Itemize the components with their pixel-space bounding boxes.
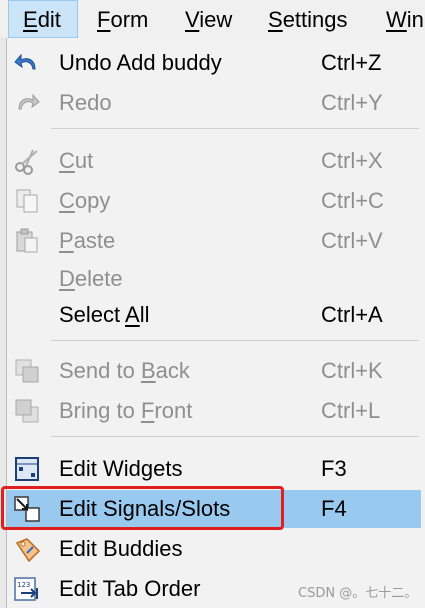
select-all-label: Select All bbox=[59, 296, 150, 334]
bring-to-front-label: Bring to Front bbox=[59, 392, 192, 430]
edit-widgets-icon bbox=[13, 455, 41, 483]
svg-text:123: 123 bbox=[17, 581, 30, 589]
menu-item-select-all[interactable]: Select All Ctrl+A bbox=[7, 296, 421, 334]
undo-shortcut: Ctrl+Z bbox=[321, 50, 382, 75]
undo-label: Undo Add buddy bbox=[59, 50, 222, 75]
bring-to-front-label-rest: ront bbox=[154, 398, 193, 423]
copy-label-rest: opy bbox=[74, 188, 111, 213]
menu-edit-mnemonic: E bbox=[23, 7, 38, 32]
edit-signals-shortcut: F4 bbox=[321, 496, 347, 521]
menu-settings[interactable]: Settings bbox=[268, 0, 348, 38]
menu-item-cut[interactable]: Cut Ctrl+X bbox=[7, 142, 421, 180]
menu-form-mnemonic: F bbox=[97, 7, 111, 32]
redo-icon bbox=[13, 89, 41, 117]
paste-icon bbox=[13, 227, 41, 255]
menu-item-redo[interactable]: Redo Ctrl+Y bbox=[7, 84, 421, 122]
menu-item-edit-buddies[interactable]: Edit Buddies bbox=[7, 530, 421, 568]
edit-buddies-label: Edit Buddies bbox=[59, 536, 183, 561]
edit-buddies-icon bbox=[13, 535, 41, 563]
send-to-back-label-prefix: Send to bbox=[59, 358, 141, 383]
edit-widgets-label: Edit Widgets bbox=[59, 456, 183, 481]
menu-form[interactable]: Form bbox=[97, 0, 148, 38]
cut-label: Cut bbox=[59, 142, 93, 180]
send-to-back-label-rest: ack bbox=[155, 358, 190, 383]
delete-label: Delete bbox=[59, 260, 123, 298]
menu-view-label: iew bbox=[199, 7, 233, 32]
paste-label: Paste bbox=[59, 222, 115, 260]
cut-shortcut: Ctrl+X bbox=[321, 148, 383, 173]
send-to-back-shortcut: Ctrl+K bbox=[321, 358, 383, 383]
select-all-shortcut: Ctrl+A bbox=[321, 302, 383, 327]
menu-window-label: in bbox=[406, 7, 424, 32]
menu-view-mnemonic: V bbox=[185, 7, 200, 32]
menu-separator bbox=[51, 436, 419, 437]
menu-separator bbox=[51, 128, 419, 129]
scissors-icon bbox=[13, 147, 41, 175]
redo-shortcut: Ctrl+Y bbox=[321, 90, 383, 115]
send-to-back-icon bbox=[13, 357, 41, 385]
menu-item-send-to-back[interactable]: Send to Back Ctrl+K bbox=[7, 352, 421, 390]
menu-form-label: orm bbox=[110, 7, 149, 32]
bring-to-front-mnemonic: F bbox=[140, 398, 155, 423]
menu-item-bring-to-front[interactable]: Bring to Front Ctrl+L bbox=[7, 392, 421, 430]
menu-separator bbox=[51, 340, 419, 341]
copy-mnemonic: C bbox=[59, 188, 75, 213]
select-all-mnemonic: A bbox=[125, 302, 140, 327]
watermark: CSDN @。七十二。 bbox=[298, 586, 418, 601]
copy-icon bbox=[13, 187, 41, 215]
menu-edit[interactable]: Edit bbox=[8, 0, 78, 38]
cut-mnemonic: C bbox=[59, 148, 75, 173]
copy-shortcut: Ctrl+C bbox=[321, 188, 384, 213]
menu-item-copy[interactable]: Copy Ctrl+C bbox=[7, 182, 421, 220]
menu-settings-label: ettings bbox=[282, 7, 348, 32]
bring-to-front-icon bbox=[13, 397, 41, 425]
menu-settings-mnemonic: S bbox=[268, 7, 283, 32]
menu-edit-label: dit bbox=[37, 7, 61, 32]
menu-item-delete[interactable]: Delete bbox=[7, 260, 421, 298]
paste-shortcut: Ctrl+V bbox=[321, 228, 383, 253]
select-all-label-prefix: Select bbox=[59, 302, 126, 327]
paste-label-rest: aste bbox=[73, 228, 116, 253]
delete-label-rest: elete bbox=[74, 266, 123, 291]
highlight-annotation-box bbox=[1, 486, 284, 530]
cut-label-rest: ut bbox=[74, 148, 94, 173]
redo-label: Redo bbox=[59, 90, 112, 115]
delete-mnemonic: D bbox=[59, 266, 75, 291]
edit-tab-order-icon: 123 bbox=[13, 575, 41, 603]
paste-mnemonic: P bbox=[59, 228, 74, 253]
bring-to-front-label-prefix: Bring to bbox=[59, 398, 141, 423]
edit-tab-order-label: Edit Tab Order bbox=[59, 576, 201, 601]
menu-window[interactable]: Win bbox=[386, 0, 424, 38]
menu-item-edit-widgets[interactable]: Edit Widgets F3 bbox=[7, 450, 421, 488]
bring-to-front-shortcut: Ctrl+L bbox=[321, 398, 381, 423]
send-to-back-mnemonic: B bbox=[140, 358, 156, 383]
menubar: Edit Form View Settings Win bbox=[0, 0, 425, 39]
menu-view[interactable]: View bbox=[185, 0, 232, 38]
copy-label: Copy bbox=[59, 182, 110, 220]
menu-window-mnemonic: W bbox=[386, 7, 407, 32]
edit-widgets-shortcut: F3 bbox=[321, 456, 347, 481]
select-all-label-rest: ll bbox=[139, 302, 150, 327]
undo-icon bbox=[13, 49, 41, 77]
menu-item-undo[interactable]: Undo Add buddy Ctrl+Z bbox=[7, 44, 421, 82]
menu-item-paste[interactable]: Paste Ctrl+V bbox=[7, 222, 421, 260]
send-to-back-label: Send to Back bbox=[59, 352, 190, 390]
